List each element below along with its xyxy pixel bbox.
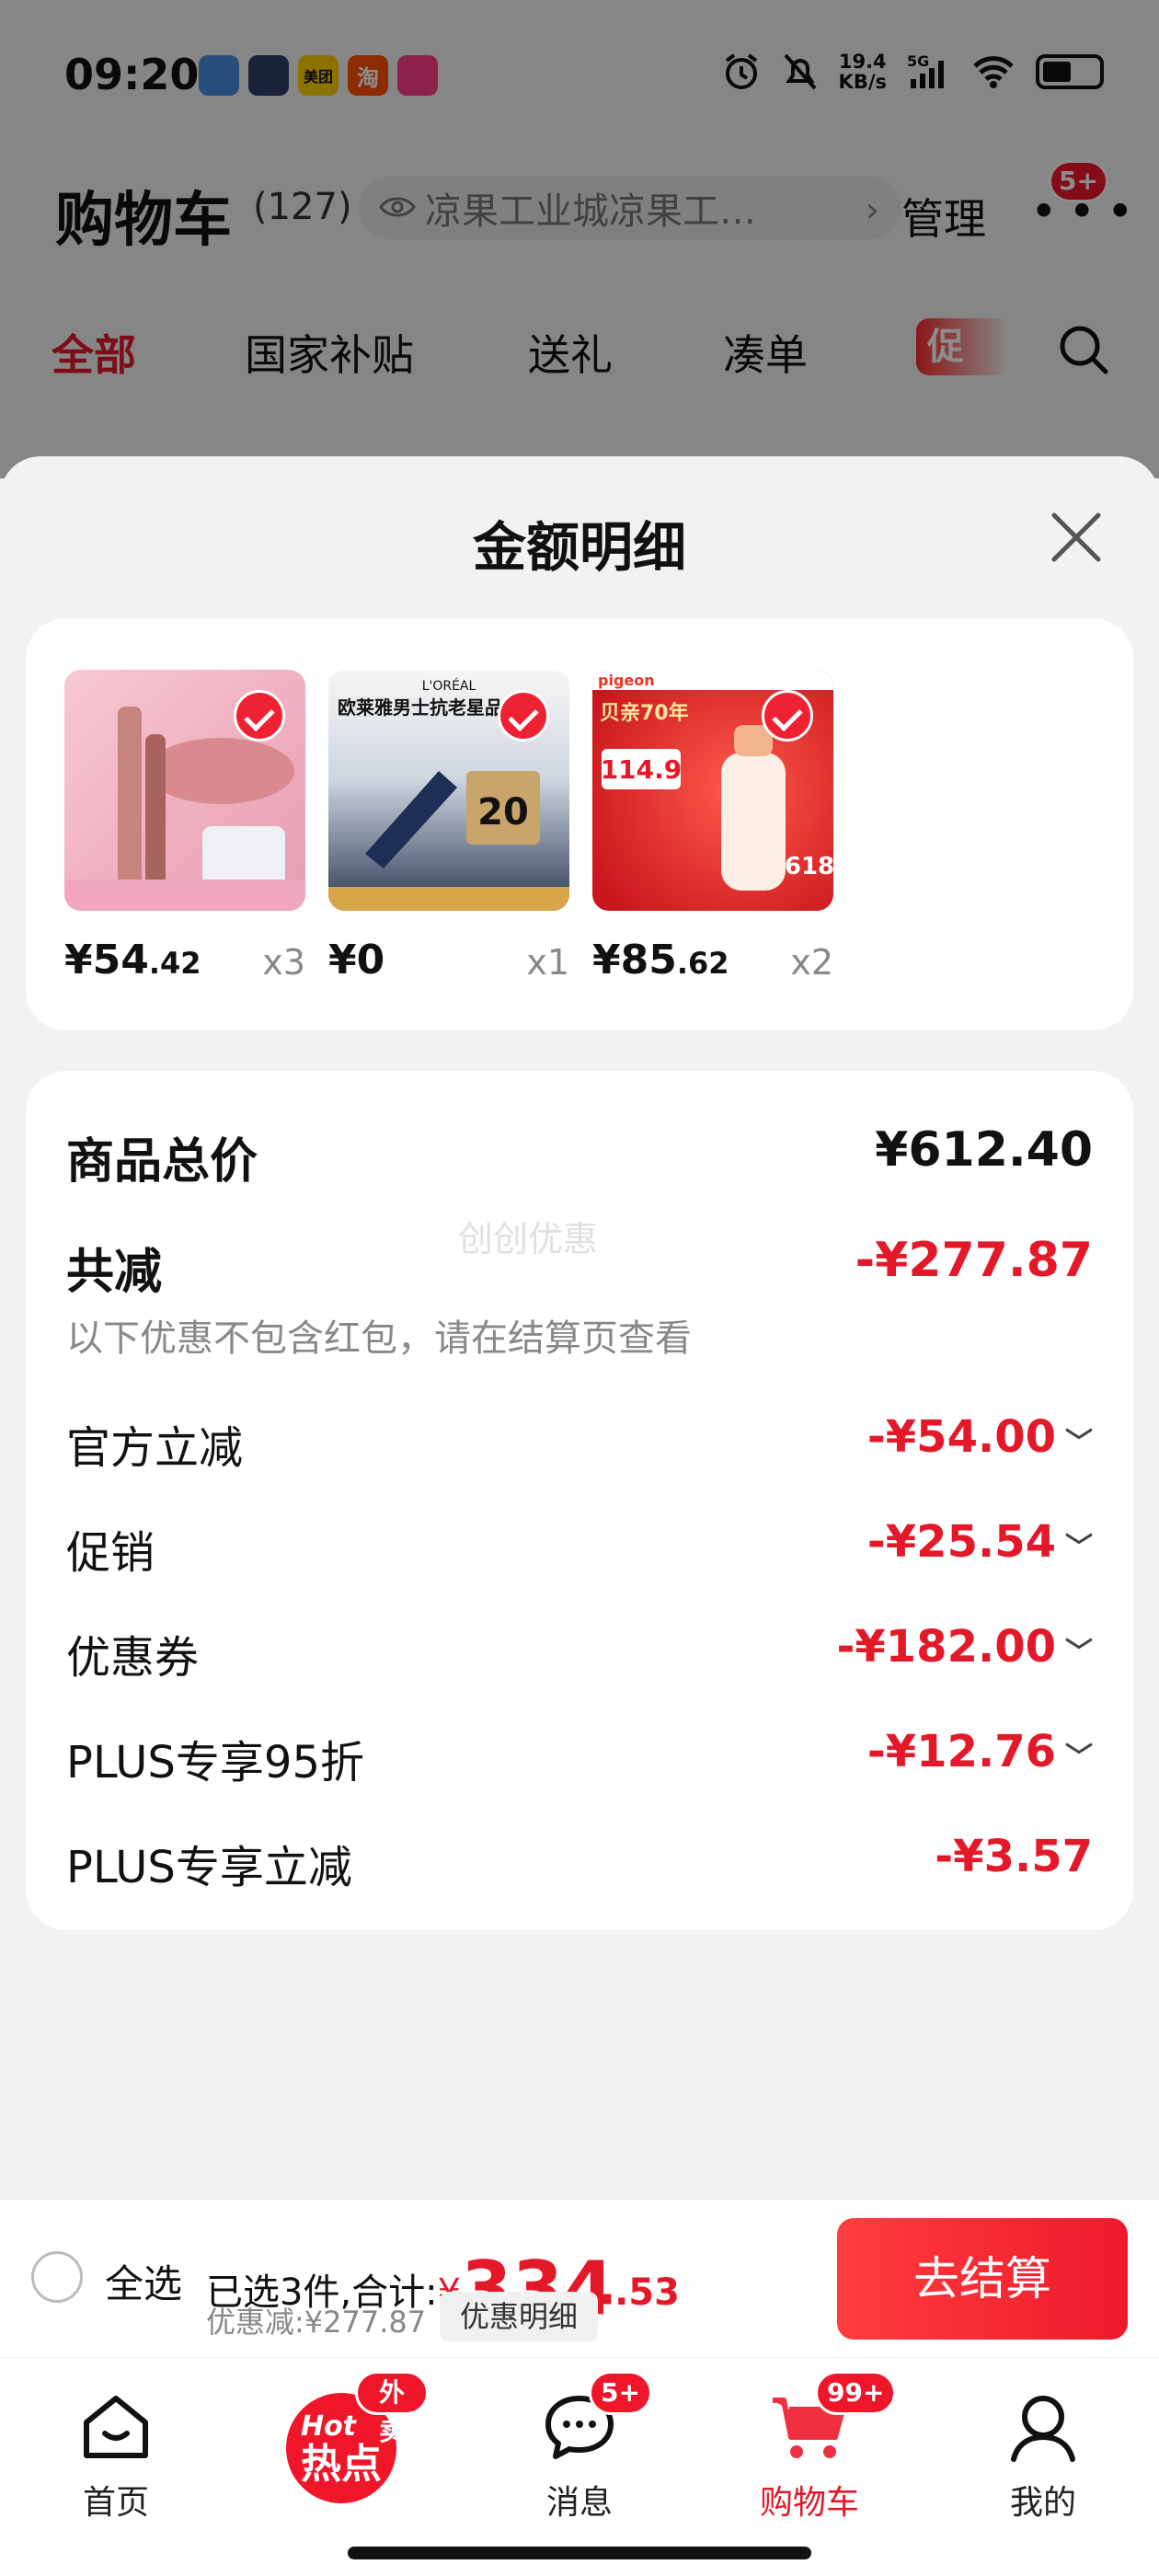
discount-value: -¥54.00 ﹀	[866, 1411, 1093, 1463]
product-price: ¥54.42	[64, 937, 201, 983]
discount-value: -¥25.54 ﹀	[866, 1516, 1093, 1568]
select-all-radio[interactable]	[31, 2251, 83, 2303]
tab-label: 购物车	[759, 2484, 859, 2522]
product-thumbnails-card: ¥54.42 x3 L'ORÉAL 欧莱雅男士抗老星品 20 ¥0 x1 pig…	[26, 618, 1133, 1030]
select-all-label[interactable]: 全选	[105, 2253, 182, 2309]
tab-hot[interactable]: Hot 热点 外卖	[263, 2371, 429, 2522]
product-price-text: 114.9	[601, 754, 683, 785]
discount-label: 促销	[66, 1527, 155, 1579]
product-coupon-text: 20	[477, 791, 529, 834]
checkout-button[interactable]: 去结算	[837, 2218, 1128, 2340]
total-price-value: ¥612.40	[875, 1122, 1093, 1178]
discount-label: 官方立减	[66, 1422, 244, 1474]
discount-value: -¥12.76 ﹀	[866, 1726, 1093, 1777]
total-price-label: 商品总价	[66, 1134, 258, 1190]
selected-check-icon	[498, 690, 549, 742]
messages-badge: 5+	[589, 2371, 652, 2415]
product-brand-text: L'ORÉAL	[422, 678, 476, 694]
discount-note: 以下优惠不包含红包，请在结算页查看	[66, 1317, 692, 1360]
tab-label: 我的	[1009, 2484, 1076, 2522]
price-breakdown-card: 商品总价 ¥612.40 共减 -¥277.87 以下优惠不包含红包，请在结算页…	[26, 1071, 1133, 1930]
total-reduce-label: 共减	[66, 1245, 163, 1300]
selected-check-icon	[762, 690, 813, 742]
cart-badge: 99+	[815, 2371, 897, 2415]
bottom-tab-bar: 首页 Hot 热点 外卖 消息 5+ 购物车 99+ 我的	[0, 2357, 1159, 2576]
chevron-down-icon: ﹀	[1065, 1427, 1093, 1459]
tab-profile[interactable]: 我的	[960, 2375, 1126, 2522]
product-brand-text: pigeon	[598, 672, 655, 689]
svg-text:热点: 热点	[301, 2441, 382, 2488]
discount-value: -¥3.57	[935, 1831, 1093, 1882]
close-icon[interactable]	[1047, 508, 1106, 567]
tab-cart[interactable]: 购物车 99+	[727, 2371, 897, 2522]
total-reduce-value: -¥277.87	[855, 1233, 1093, 1288]
tab-label: 首页	[82, 2484, 149, 2522]
product-quantity: x2	[790, 942, 833, 983]
product-item[interactable]: pigeon 贝亲70年 114.9 618 ¥85.62 x2	[592, 670, 833, 983]
svg-text:Hot: Hot	[301, 2410, 358, 2443]
discount-summary: 优惠减:¥277.87	[206, 2305, 427, 2340]
product-tag-text: 618	[785, 853, 833, 880]
product-price: ¥85.62	[592, 937, 729, 983]
takeaway-badge: 外卖	[355, 2371, 429, 2446]
settlement-bar: 全选 已选3件,合计:¥334.53 优惠减:¥277.87 优惠明细 去结算	[0, 2199, 1159, 2357]
sheet-title: 金额明细	[472, 516, 686, 579]
product-quantity: x1	[526, 942, 569, 983]
home-indicator[interactable]	[348, 2547, 811, 2559]
chevron-down-icon: ﹀	[1065, 1532, 1093, 1564]
discount-label: 优惠券	[66, 1632, 200, 1684]
tab-label: 消息	[545, 2484, 613, 2522]
discount-label: PLUS专享立减	[66, 1842, 352, 1893]
overlay-dim[interactable]	[0, 0, 1159, 478]
profile-icon	[1011, 2396, 1075, 2462]
discount-label: PLUS专享95折	[66, 1737, 364, 1788]
chevron-down-icon: ﹀	[1065, 1742, 1093, 1774]
discount-value: -¥182.00 ﹀	[836, 1621, 1093, 1673]
product-item[interactable]: L'ORÉAL 欧莱雅男士抗老星品 20 ¥0 x1	[328, 670, 569, 983]
watermark-text: 创创优惠	[458, 1219, 599, 1259]
selected-check-icon	[234, 690, 285, 742]
discount-detail-button[interactable]: 优惠明细	[440, 2292, 599, 2341]
tab-home[interactable]: 首页	[33, 2375, 199, 2522]
home-icon	[84, 2396, 148, 2458]
amount-detail-sheet: 金额明细 ¥54.42 x3 L'ORÉAL 欧莱雅男士抗老星品 20 ¥0 x…	[0, 456, 1159, 2199]
tab-messages[interactable]: 消息 5+	[497, 2371, 662, 2522]
product-item[interactable]: ¥54.42 x3	[64, 670, 305, 983]
total-amount-dec: .53	[614, 2271, 680, 2314]
product-headline-text: 欧莱雅男士抗老星品	[338, 696, 503, 719]
product-price: ¥0	[328, 937, 385, 983]
product-headline-text: 贝亲70年	[600, 701, 689, 725]
chevron-down-icon: ﹀	[1065, 1637, 1093, 1669]
product-quantity: x3	[262, 942, 305, 983]
